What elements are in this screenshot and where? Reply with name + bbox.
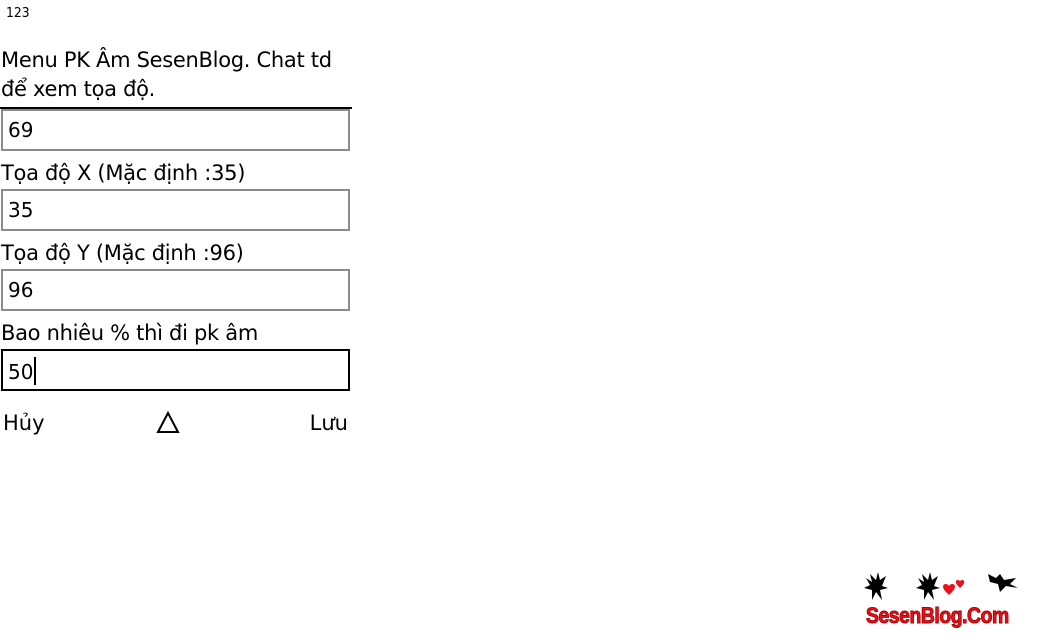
text-caret [34,357,37,385]
cancel-softkey[interactable]: Hủy [3,408,45,438]
instruction-text: Menu PK Âm SesenBlog. Chat td để xem tọa… [1,48,332,101]
sesenblog-watermark: SesenBlog.Com [860,570,1038,632]
field-value: 50 [8,357,37,385]
coordinate-y-field[interactable]: 96 [1,269,350,311]
save-softkey[interactable]: Lưu [310,408,348,438]
label-percent-threshold: Bao nhiêu % thì đi pk âm [1,321,258,345]
label-coordinate-y: Tọa độ Y (Mặc định :96) [1,241,244,265]
bat-icon [864,572,1018,600]
triangle-up-icon[interactable] [156,410,180,443]
field-value: 35 [8,198,34,222]
coordinate-x-field[interactable]: 35 [1,189,350,231]
value-field-1[interactable]: 69 [1,109,350,151]
watermark-text: SesenBlog.Com [866,603,1010,629]
label-coordinate-x: Tọa độ X (Mặc định :35) [1,161,246,185]
input-mode-indicator: 123 [6,6,30,21]
percent-threshold-field[interactable]: 50 [1,349,350,391]
field-value: 69 [8,118,34,142]
field-value: 96 [8,278,34,302]
